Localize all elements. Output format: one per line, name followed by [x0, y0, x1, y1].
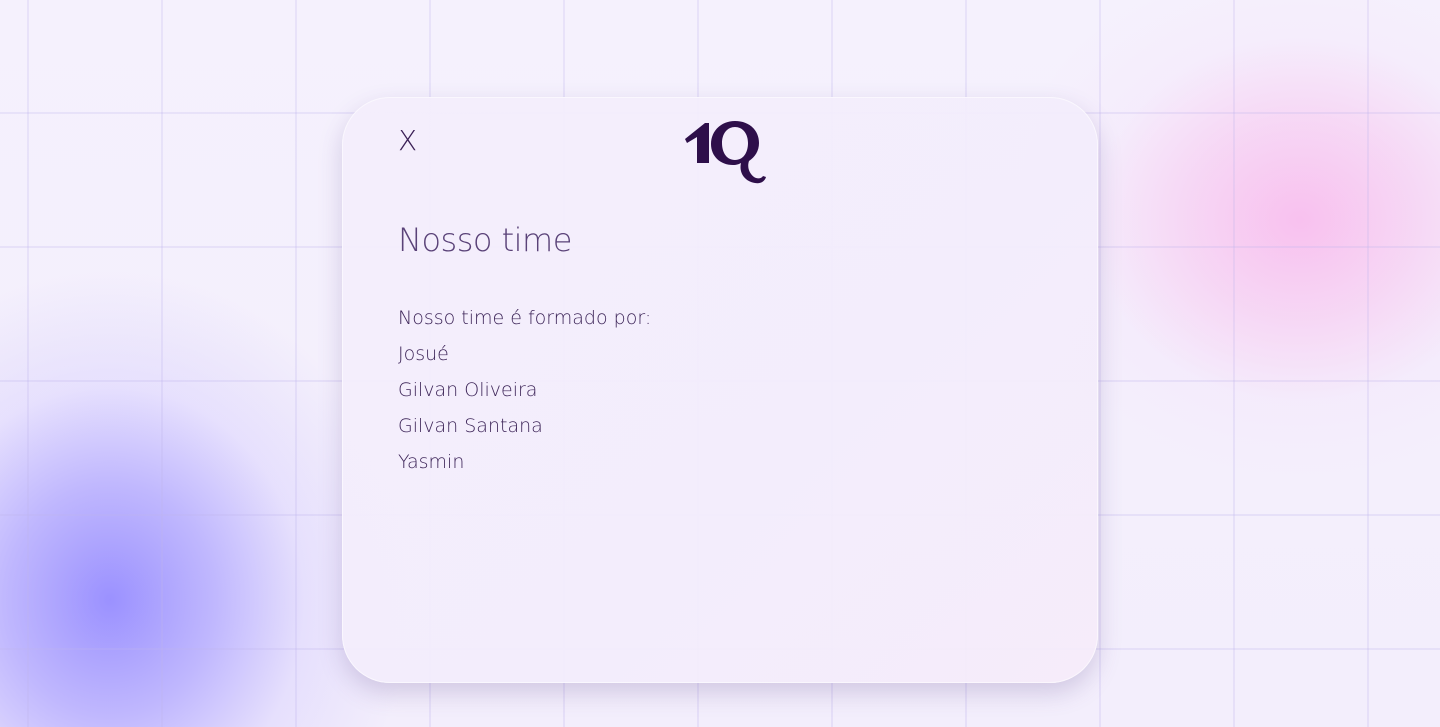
- team-member: Gilvan Santana: [398, 415, 543, 437]
- modal-title: Nosso time: [398, 221, 572, 259]
- team-member: Josué: [398, 343, 449, 365]
- team-member: Gilvan Oliveira: [398, 379, 538, 401]
- team-intro: Nosso time é formado por:: [398, 307, 652, 329]
- team-member: Yasmin: [398, 451, 465, 473]
- close-button[interactable]: X: [398, 127, 417, 155]
- team-modal: X 1Q Nosso time Nosso time é formado por…: [342, 97, 1098, 683]
- brand-logo: 1Q: [685, 121, 766, 184]
- team-description: Nosso time é formado por: Josué Gilvan O…: [398, 300, 651, 480]
